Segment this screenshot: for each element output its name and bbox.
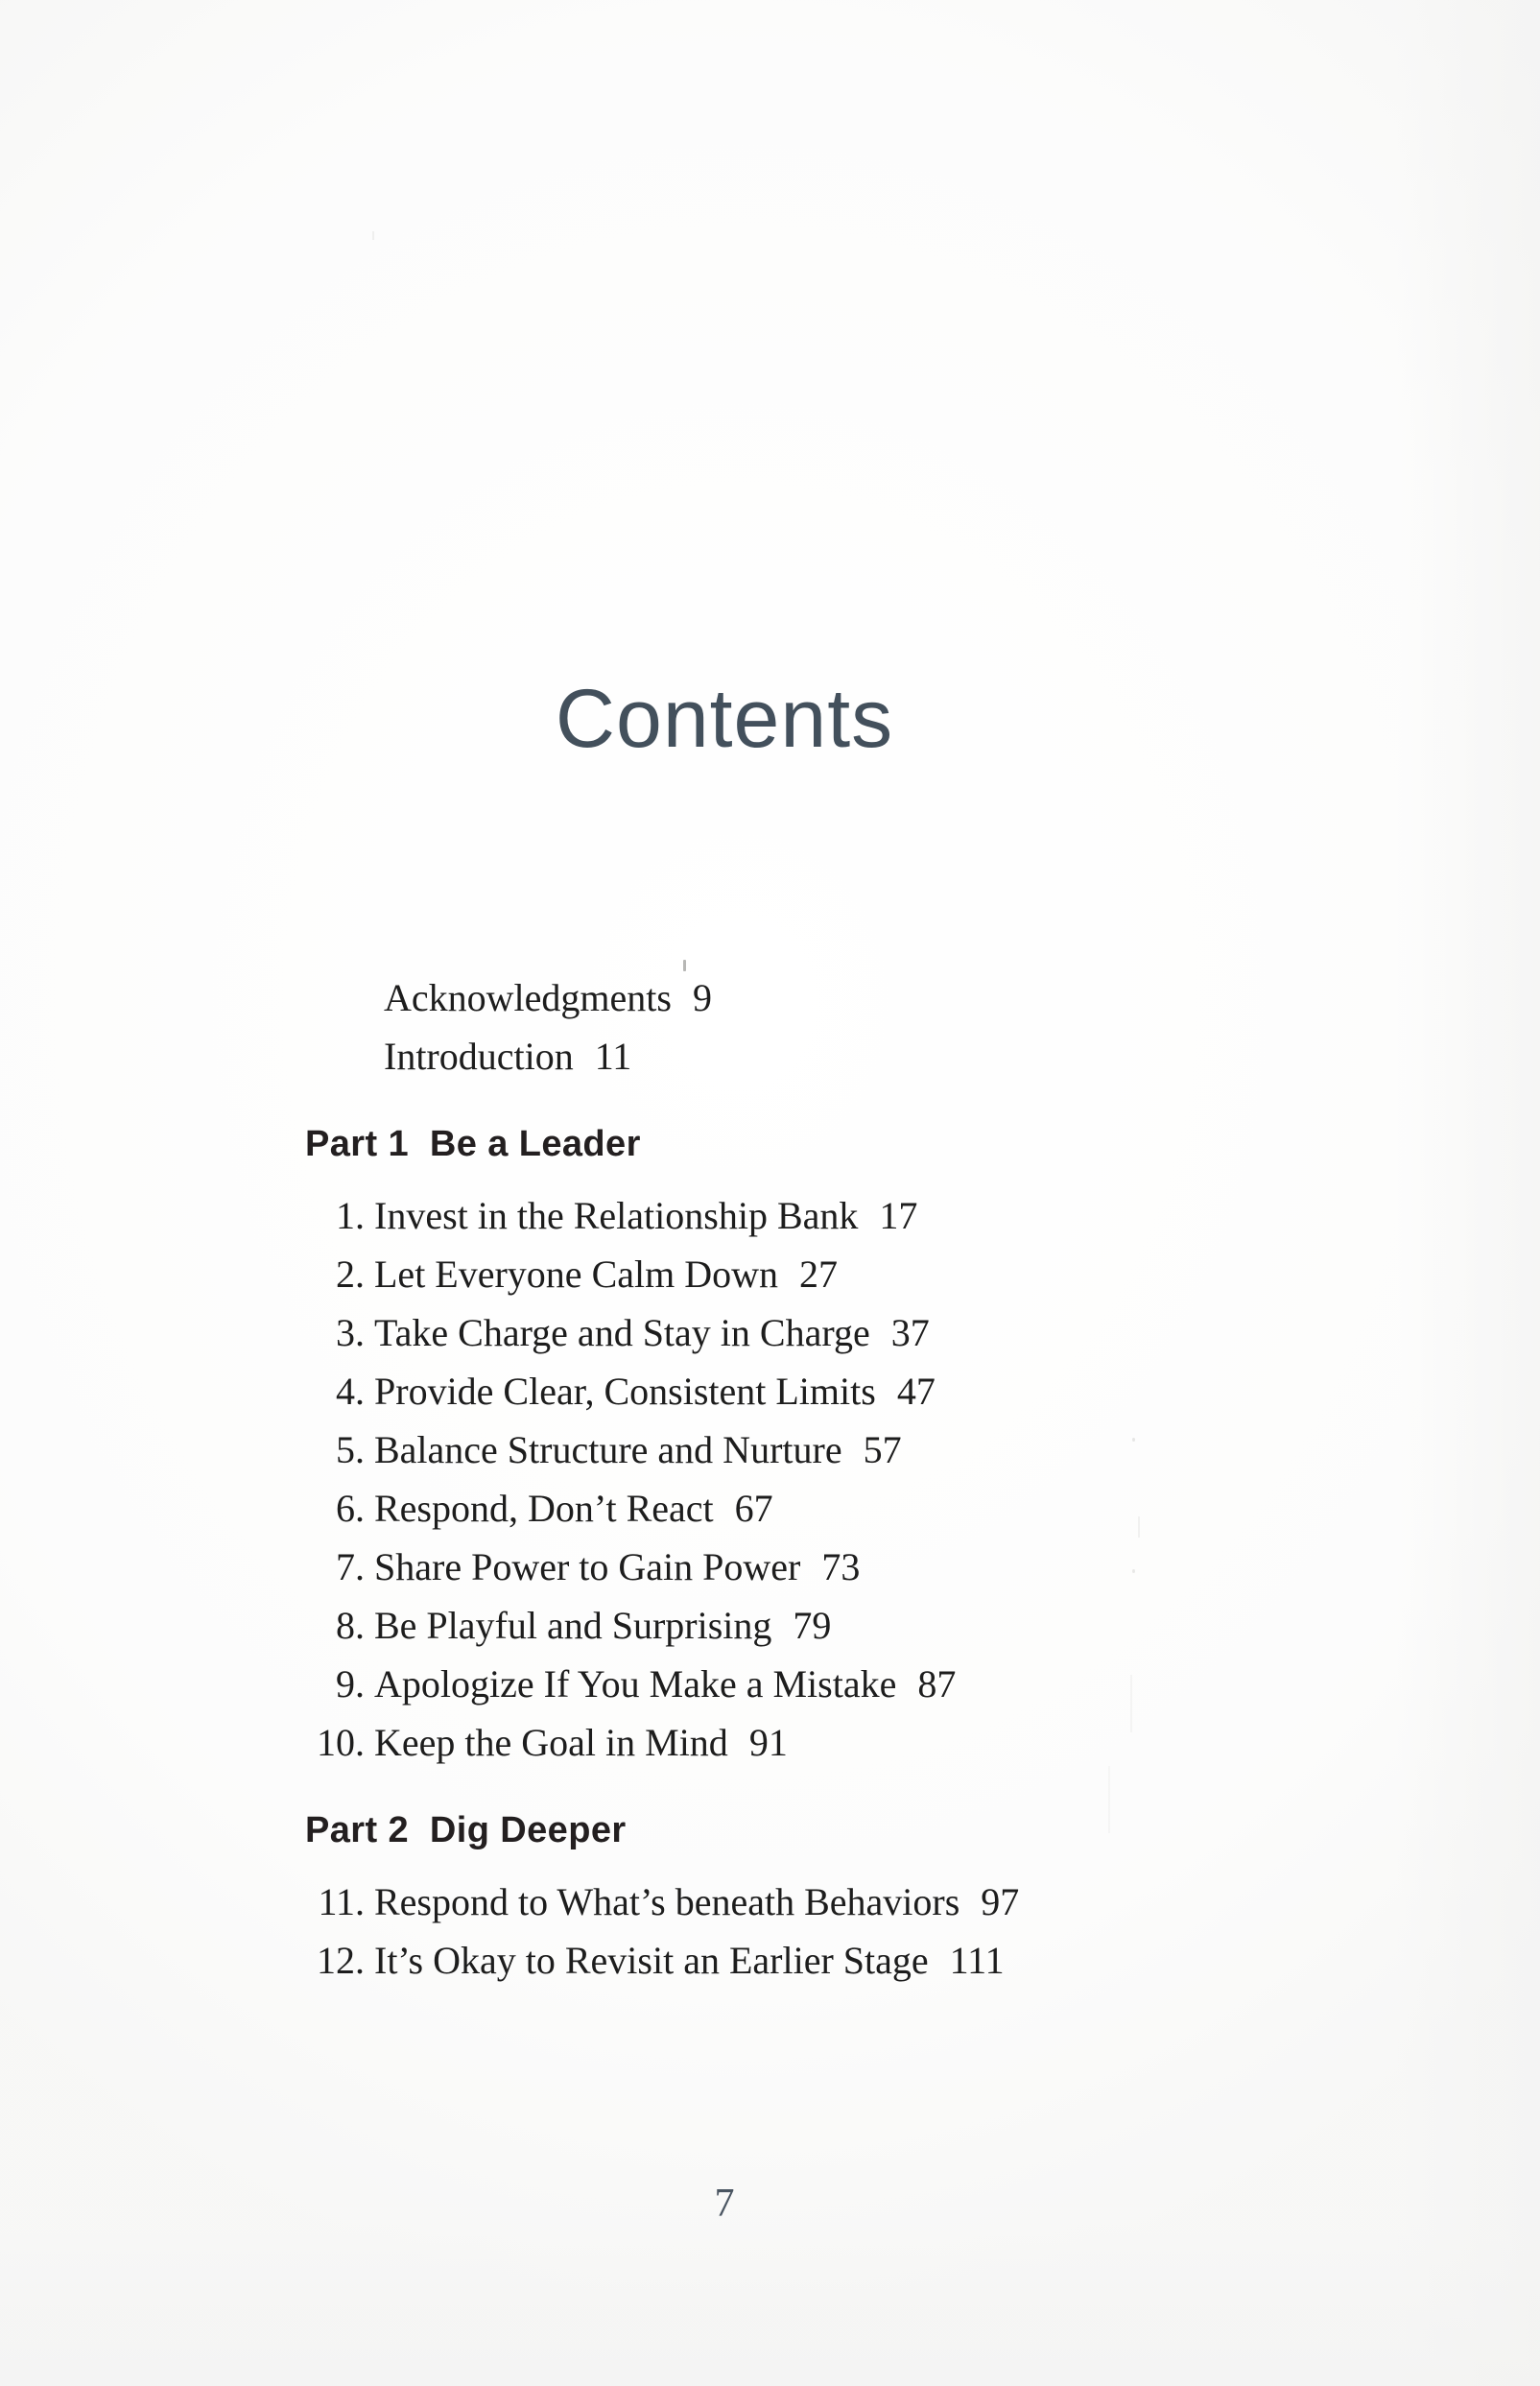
part-heading: Part 2 Dig Deeper xyxy=(305,1810,627,1850)
chapter-number: 6. xyxy=(336,1487,365,1530)
toc-chapter-entry[interactable]: 5. Balance Structure and Nurture 57 xyxy=(305,1431,1265,1469)
toc-chapter-entry[interactable]: 11. Respond to What’s beneath Behaviors 97 xyxy=(305,1883,1265,1921)
chapter-number: 3. xyxy=(336,1311,365,1354)
chapter-number: 5. xyxy=(336,1428,365,1471)
parts-list: Part 1 Be a Leader 1. Invest in the Relati… xyxy=(305,1124,1265,1980)
front-matter-entry[interactable]: Acknowledgments 9 xyxy=(384,979,1265,1017)
chapter-page-number: 91 xyxy=(748,1721,788,1764)
chapter-title: Take Charge and Stay in Charge xyxy=(374,1311,870,1354)
chapter-page-number: 67 xyxy=(734,1487,773,1530)
chapter-title: Balance Structure and Nurture xyxy=(374,1428,842,1471)
toc-chapter-entry[interactable]: 12. It’s Okay to Revisit an Earlier Stage… xyxy=(305,1942,1265,1980)
scan-speck xyxy=(683,960,686,971)
chapter-number: 9. xyxy=(336,1662,365,1706)
table-of-contents: Acknowledgments 9 Introduction 11 Part 1 Be… xyxy=(305,979,1265,2000)
chapter-title: Keep the Goal in Mind xyxy=(374,1721,728,1764)
chapter-page-number: 37 xyxy=(890,1311,930,1354)
toc-chapter-entry[interactable]: 7. Share Power to Gain Power 73 xyxy=(305,1548,1265,1587)
chapter-page-number: 27 xyxy=(799,1253,838,1296)
toc-chapter-entry[interactable]: 2. Let Everyone Calm Down 27 xyxy=(305,1255,1265,1294)
scan-speck xyxy=(372,231,374,240)
front-matter-page-number: 9 xyxy=(692,976,712,1019)
front-matter-label: Acknowledgments xyxy=(384,976,672,1019)
chapter-page-number: 47 xyxy=(896,1370,936,1413)
front-matter-label: Introduction xyxy=(384,1035,574,1078)
page-folio: 7 xyxy=(714,2182,735,2226)
chapter-title: Provide Clear, Consistent Limits xyxy=(374,1370,876,1413)
chapter-title: Let Everyone Calm Down xyxy=(374,1253,778,1296)
chapter-page-number: 79 xyxy=(793,1604,832,1647)
chapter-title: Apologize If You Make a Mistake xyxy=(374,1662,897,1706)
chapter-title: Share Power to Gain Power xyxy=(374,1545,801,1588)
front-matter-page-number: 11 xyxy=(594,1035,632,1078)
toc-chapter-entry[interactable]: 3. Take Charge and Stay in Charge 37 xyxy=(305,1314,1265,1352)
chapter-title: It’s Okay to Revisit an Earlier Stage xyxy=(374,1939,929,1982)
toc-chapter-entry[interactable]: 8. Be Playful and Surprising 79 xyxy=(305,1607,1265,1645)
toc-chapter-entry[interactable]: 10. Keep the Goal in Mind 91 xyxy=(305,1724,1265,1762)
page-edge-shadow-bottom xyxy=(0,2223,1540,2386)
chapter-page-number: 87 xyxy=(917,1662,957,1706)
page-title: Contents xyxy=(555,673,894,765)
part-heading: Part 1 Be a Leader xyxy=(305,1124,641,1164)
toc-chapter-entry[interactable]: 4. Provide Clear, Consistent Limits 47 xyxy=(305,1372,1265,1411)
chapter-number: 7. xyxy=(336,1545,365,1588)
chapter-number: 1. xyxy=(336,1194,365,1237)
chapter-number: 4. xyxy=(336,1370,365,1413)
toc-page: Contents Acknowledgments 9 Introduction 11 … xyxy=(0,0,1540,2386)
chapter-page-number: 57 xyxy=(863,1428,902,1471)
toc-chapter-entry[interactable]: 6. Respond, Don’t React 67 xyxy=(305,1490,1265,1528)
toc-chapter-entry[interactable]: 1. Invest in the Relationship Bank 17 xyxy=(305,1197,1265,1235)
chapter-page-number: 111 xyxy=(949,1939,1005,1982)
chapter-title: Invest in the Relationship Bank xyxy=(374,1194,859,1237)
chapter-number: 10. xyxy=(317,1721,365,1764)
chapter-title: Respond to What’s beneath Behaviors xyxy=(374,1880,960,1923)
chapter-number: 8. xyxy=(336,1604,365,1647)
chapter-title: Be Playful and Surprising xyxy=(374,1604,772,1647)
chapter-page-number: 97 xyxy=(981,1880,1020,1923)
chapter-title: Respond, Don’t React xyxy=(374,1487,714,1530)
chapter-number: 12. xyxy=(317,1939,365,1982)
chapter-page-number: 73 xyxy=(821,1545,861,1588)
chapter-number: 2. xyxy=(336,1253,365,1296)
front-matter-list: Acknowledgments 9 Introduction 11 xyxy=(384,979,1265,1076)
chapter-number: 11. xyxy=(318,1880,365,1923)
page-edge-shadow-right xyxy=(1396,0,1540,2386)
front-matter-entry[interactable]: Introduction 11 xyxy=(384,1038,1265,1076)
chapter-page-number: 17 xyxy=(879,1194,918,1237)
toc-chapter-entry[interactable]: 9. Apologize If You Make a Mistake 87 xyxy=(305,1665,1265,1704)
